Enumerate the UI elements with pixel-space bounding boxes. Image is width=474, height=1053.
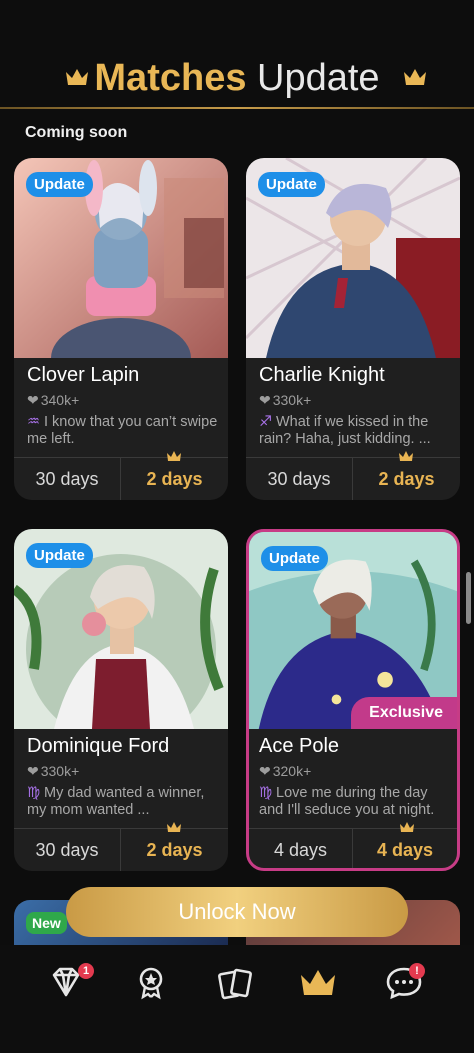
- match-card[interactable]: Update Charlie Knight ❤ 330k+ ♐ What if we…: [246, 158, 460, 500]
- nav-matches-update[interactable]: [298, 963, 340, 1003]
- character-bio: ♍ Love me during the day and I'll seduce …: [259, 785, 435, 818]
- like-count: ❤ 330k+: [27, 763, 80, 779]
- page-title-rest: Update: [257, 57, 380, 99]
- nav-achievements[interactable]: [131, 963, 171, 1003]
- zodiac-icon: ♐: [259, 414, 272, 430]
- standard-wait: 4 days: [273, 840, 328, 860]
- character-name: Dominique Ford: [27, 735, 170, 757]
- card-footer: 30 days 2 days: [246, 451, 460, 500]
- match-card[interactable]: Update Clover Lapin ❤ 340k+ ♒ I know that …: [14, 158, 228, 500]
- character-name: Ace Pole: [259, 735, 340, 757]
- character-art: Update: [14, 158, 228, 358]
- header: Matches Update: [0, 0, 474, 110]
- exclusive-badge: Exclusive: [351, 697, 457, 729]
- premium-wait: 2 days: [146, 469, 203, 489]
- badge-icon: [139, 967, 163, 1000]
- scrollbar-thumb[interactable]: [466, 572, 471, 624]
- zodiac-icon: ♒: [27, 414, 40, 430]
- header-divider: [0, 107, 474, 109]
- premium-wait: 2 days: [146, 840, 203, 860]
- notification-badge: 1: [78, 963, 94, 979]
- crown-icon: [404, 69, 426, 85]
- card-footer: 30 days 2 days: [14, 822, 228, 871]
- character-art: Update: [246, 158, 460, 358]
- cards-icon: [218, 968, 252, 1000]
- standard-wait: 30 days: [267, 469, 331, 489]
- character-name: Charlie Knight: [259, 364, 385, 386]
- character-bio: ♐ What if we kissed in the rain? Haha, ju…: [259, 414, 431, 447]
- notification-badge: !: [409, 963, 425, 979]
- heart-icon: ❤: [259, 392, 271, 408]
- character-bio: ♒ I know that you can’t swipe me left.: [27, 414, 218, 447]
- new-badge: New: [26, 912, 67, 934]
- crown-icon: [301, 970, 335, 995]
- character-art: Update: [14, 529, 228, 729]
- like-count: ❤ 330k+: [259, 392, 312, 408]
- nav-shop[interactable]: 1: [46, 963, 94, 1003]
- premium-wait: 2 days: [378, 469, 435, 489]
- heart-icon: ❤: [27, 392, 39, 408]
- heart-icon: ❤: [259, 763, 271, 779]
- card-footer: 4 days 4 days: [249, 822, 457, 868]
- nav-cards[interactable]: [215, 963, 255, 1003]
- character-name: Clover Lapin: [27, 364, 140, 386]
- like-count: ❤ 340k+: [27, 392, 80, 408]
- match-card[interactable]: Update Dominique Ford ❤ 330k+ ♍ My dad wan…: [14, 529, 228, 871]
- nav-chat[interactable]: !: [384, 963, 425, 1003]
- update-badge: Update: [261, 546, 328, 571]
- premium-wait: 4 days: [376, 840, 434, 860]
- character-bio: ♍ My dad wanted a winner, my mom wanted .…: [27, 785, 205, 818]
- zodiac-icon: ♍: [259, 785, 272, 801]
- like-count: ❤ 320k+: [259, 763, 312, 779]
- card-footer: 30 days 2 days: [14, 451, 228, 500]
- character-art: Update Exclusive: [249, 532, 457, 729]
- standard-wait: 30 days: [35, 469, 99, 489]
- update-badge: Update: [26, 543, 93, 568]
- heart-icon: ❤: [27, 763, 39, 779]
- match-card[interactable]: Update Exclusive Ace Pole ❤ 320k+ ♍ Love m…: [246, 529, 460, 871]
- standard-wait: 30 days: [35, 840, 99, 860]
- bottom-nav: 1 !: [0, 945, 474, 1053]
- section-label: Coming soon: [25, 124, 128, 141]
- update-badge: Update: [26, 172, 93, 197]
- page-title-bold: Matches: [94, 57, 247, 99]
- zodiac-icon: ♍: [27, 785, 40, 801]
- update-badge: Update: [258, 172, 325, 197]
- unlock-now-button[interactable]: Unlock Now: [66, 887, 408, 937]
